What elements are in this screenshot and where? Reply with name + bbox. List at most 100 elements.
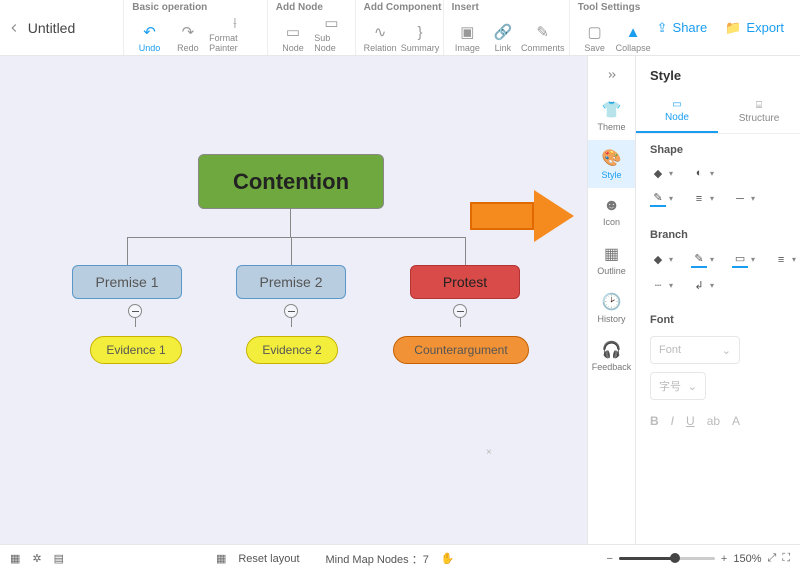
shape-icon: ◐: [691, 166, 707, 180]
image-icon: ▣: [460, 22, 474, 42]
rail-history[interactable]: 🕑History: [588, 284, 635, 332]
paint-icon: ⟊: [233, 15, 237, 32]
group-insert: Insert ▣Image 🔗Link ✎Comments: [443, 0, 569, 55]
shape-fill[interactable]: ◆▾: [650, 166, 673, 180]
italic-button[interactable]: I: [671, 414, 674, 428]
pen-icon: ✎: [691, 251, 707, 265]
zoom-in-button[interactable]: +: [721, 553, 727, 565]
reset-layout-icon: ▦: [216, 552, 226, 565]
tab-node[interactable]: ▭Node: [636, 91, 718, 133]
group-basic-operation: Basic operation ↶Undo ↷Redo ⟊Format Pain…: [123, 0, 266, 55]
group-label: Add Component: [364, 2, 437, 13]
export-button[interactable]: 📁Export: [725, 20, 784, 36]
canvas[interactable]: Contention Premise 1 Premise 2 Protest E…: [0, 56, 587, 544]
font-family-select[interactable]: Font⌄: [650, 336, 740, 364]
rail-theme[interactable]: 👕Theme: [588, 92, 635, 140]
share-button[interactable]: ⇪Share: [657, 20, 708, 36]
fullscreen-button[interactable]: ⛶: [782, 552, 790, 565]
view-outline[interactable]: ▤: [54, 552, 64, 565]
panel-collapse-button[interactable]: [588, 64, 635, 86]
group-label: Add Node: [276, 2, 349, 13]
collapse-toggle[interactable]: [284, 304, 298, 318]
collapse-button[interactable]: ▲Collapse: [616, 15, 651, 53]
shape-style[interactable]: ◐▾: [691, 166, 714, 180]
export-icon: 📁: [725, 20, 741, 36]
insert-comments-button[interactable]: ✎Comments: [523, 15, 563, 53]
node-premise-1[interactable]: Premise 1: [72, 265, 182, 299]
node-root[interactable]: Contention: [198, 154, 384, 209]
fit-button[interactable]: ⤢: [768, 552, 777, 565]
collapse-toggle[interactable]: [128, 304, 142, 318]
subnode-icon: ▭: [324, 14, 338, 32]
branch-fill[interactable]: ◆▾: [650, 251, 673, 268]
redo-button[interactable]: ↷Redo: [171, 15, 205, 53]
rail-icon[interactable]: ☻Icon: [588, 188, 635, 236]
underline-button[interactable]: U: [686, 414, 695, 428]
save-button[interactable]: ▢Save: [578, 15, 612, 53]
share-icon: ⇪: [657, 20, 668, 36]
add-node-button[interactable]: ▭Node: [276, 15, 310, 53]
node-evidence-1[interactable]: Evidence 1: [90, 336, 182, 364]
dash-icon: ┄: [650, 278, 666, 292]
collapse-icon: ▲: [626, 22, 641, 42]
section-branch: Branch: [650, 229, 786, 241]
branch-color[interactable]: ✎▾: [691, 251, 714, 268]
relation-button[interactable]: ∿Relation: [364, 15, 397, 53]
pan-hand-icon[interactable]: ✋: [441, 552, 455, 565]
branch-dash[interactable]: ┄▾: [650, 278, 673, 292]
clock-icon: 🕑: [602, 292, 622, 312]
view-theme[interactable]: ✲: [32, 552, 41, 565]
node-evidence-2[interactable]: Evidence 2: [246, 336, 338, 364]
summary-button[interactable]: }Summary: [401, 15, 440, 53]
branch-routing[interactable]: ↲▾: [691, 278, 714, 292]
right-rail: 👕Theme 🎨Style ☻Icon ▦Outline 🕑History 🎧F…: [587, 56, 635, 544]
strike-button[interactable]: ab: [707, 414, 720, 428]
rail-style[interactable]: 🎨Style: [588, 140, 635, 188]
group-tool-settings: Tool Settings ▢Save ▲Collapse: [569, 0, 657, 55]
node-protest[interactable]: Protest: [410, 265, 520, 299]
connector: [127, 237, 128, 265]
lineweight-icon: ≡: [773, 253, 789, 267]
rect-icon: ▭: [732, 251, 748, 265]
add-subnode-button[interactable]: ▭Sub Node: [314, 15, 348, 53]
node-counterargument[interactable]: Counterargument: [393, 336, 529, 364]
tab-structure[interactable]: ⌸Structure: [718, 91, 800, 133]
insert-image-button[interactable]: ▣Image: [452, 15, 484, 53]
rail-outline[interactable]: ▦Outline: [588, 236, 635, 284]
pen-icon: ✎: [650, 190, 666, 204]
view-presentation[interactable]: ▦: [10, 552, 20, 565]
insert-link-button[interactable]: 🔗Link: [487, 15, 519, 53]
link-icon: 🔗: [494, 22, 513, 42]
collapse-toggle[interactable]: [453, 304, 467, 318]
undo-icon: ↶: [143, 22, 156, 42]
connector: [291, 237, 292, 265]
grid-icon: ▦: [604, 244, 619, 264]
rail-feedback[interactable]: 🎧Feedback: [588, 332, 635, 380]
undo-button[interactable]: ↶Undo: [132, 15, 166, 53]
structure-tab-icon: ⌸: [756, 100, 762, 111]
shape-border-color[interactable]: ✎▾: [650, 190, 673, 207]
branch-weight[interactable]: ≡▾: [773, 251, 796, 268]
zoom-slider[interactable]: [619, 557, 715, 560]
format-painter-button[interactable]: ⟊Format Painter: [209, 15, 261, 53]
group-label: Tool Settings: [578, 2, 651, 13]
summary-icon: }: [417, 22, 422, 42]
shape-border-style[interactable]: ─▾: [732, 190, 755, 207]
back-button[interactable]: [0, 0, 28, 55]
headset-icon: 🎧: [602, 340, 622, 360]
branch-rect[interactable]: ▭▾: [732, 251, 755, 268]
font-size-select[interactable]: 字号⌄: [650, 372, 706, 400]
node-premise-2[interactable]: Premise 2: [236, 265, 346, 299]
chevron-down-icon: ⌄: [688, 380, 697, 393]
callout-arrow: [470, 192, 576, 240]
zoom-out-button[interactable]: −: [606, 553, 612, 565]
connector: [290, 209, 291, 237]
document-title[interactable]: Untitled: [28, 0, 123, 55]
reset-layout-button[interactable]: Reset layout: [238, 553, 299, 565]
bold-button[interactable]: B: [650, 414, 659, 428]
font-color-button[interactable]: A: [732, 414, 740, 428]
node-tab-icon: ▭: [672, 99, 681, 110]
shape-border-width[interactable]: ≡▾: [691, 190, 714, 207]
palette-icon: 🎨: [602, 148, 622, 168]
group-label: Basic operation: [132, 2, 260, 13]
